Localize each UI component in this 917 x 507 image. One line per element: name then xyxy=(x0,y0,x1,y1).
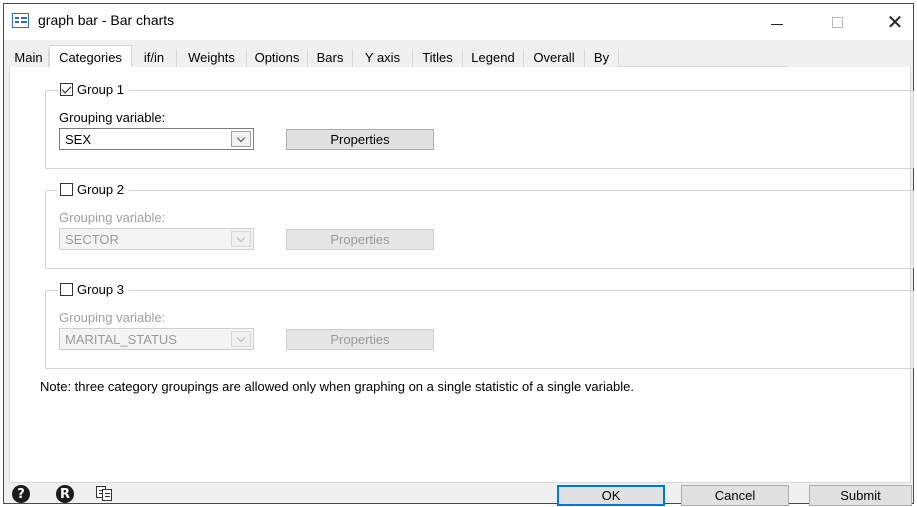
tab-legend[interactable]: Legend xyxy=(463,49,524,67)
group-2-label: Group 2 xyxy=(77,182,124,197)
group-2-var-label: Grouping variable: xyxy=(59,210,166,225)
group-1-dropdown-button[interactable] xyxy=(231,131,251,147)
group-3-checkbox[interactable] xyxy=(60,283,73,296)
app-icon xyxy=(12,13,29,28)
title-bar[interactable]: graph bar - Bar charts ✕ xyxy=(4,4,913,40)
group-3-var-label: Grouping variable: xyxy=(59,310,166,325)
window-title: graph bar - Bar charts xyxy=(38,12,175,28)
minimize-icon xyxy=(771,23,783,25)
tab-bars[interactable]: Bars xyxy=(308,49,353,67)
group-2-properties-button: Properties xyxy=(286,229,434,250)
group-1-label: Group 1 xyxy=(77,82,124,97)
group-2-variable-combo: SECTOR xyxy=(59,228,254,250)
ok-button[interactable]: OK xyxy=(557,485,665,506)
group-2-box: Group 2 Grouping variable: SECTOR Proper… xyxy=(45,182,914,269)
dialog-window: graph bar - Bar charts ✕ Main Categories… xyxy=(3,3,914,506)
tab-strip: Main Categories if/in Weights Options Ba… xyxy=(9,45,787,68)
group-1-box: Group 1 Grouping variable: SEX Propertie… xyxy=(45,82,914,169)
tab-weights[interactable]: Weights xyxy=(177,49,247,67)
group-1-variable-value: SEX xyxy=(65,132,92,147)
tab-categories[interactable]: Categories xyxy=(49,45,132,68)
chevron-down-icon xyxy=(236,333,246,342)
cancel-button[interactable]: Cancel xyxy=(681,485,789,506)
tab-by[interactable]: By xyxy=(585,49,619,67)
minimize-button[interactable] xyxy=(754,4,800,40)
close-button[interactable]: ✕ xyxy=(872,4,917,40)
group-3-label: Group 3 xyxy=(77,282,124,297)
tab-titles[interactable]: Titles xyxy=(413,49,463,67)
close-icon: ✕ xyxy=(886,11,904,34)
group-1-legend: Group 1 xyxy=(58,82,129,97)
group-3-variable-value: MARITAL_STATUS xyxy=(65,332,177,347)
group-2-checkbox[interactable] xyxy=(60,183,73,196)
button-bar: ? R OK Cancel Submit xyxy=(4,483,913,506)
tab-if-in[interactable]: if/in xyxy=(132,49,177,67)
tab-options[interactable]: Options xyxy=(247,49,308,67)
group-3-dropdown-button xyxy=(231,331,251,347)
tab-y-axis[interactable]: Y axis xyxy=(353,49,413,67)
tab-overall[interactable]: Overall xyxy=(524,49,585,67)
group-3-box: Group 3 Grouping variable: MARITAL_STATU… xyxy=(45,282,914,369)
maximize-button xyxy=(814,4,860,40)
group-1-properties-button[interactable]: Properties xyxy=(286,129,434,150)
categories-panel: Group 1 Grouping variable: SEX Propertie… xyxy=(9,67,914,483)
group-2-legend: Group 2 xyxy=(58,182,129,197)
copy-command-icon[interactable] xyxy=(96,486,114,502)
maximize-icon xyxy=(831,16,843,28)
group-3-variable-combo: MARITAL_STATUS xyxy=(59,328,254,350)
group-3-properties-button: Properties xyxy=(286,329,434,350)
group-1-var-label: Grouping variable: xyxy=(59,110,166,125)
help-icon[interactable]: ? xyxy=(12,485,30,503)
tab-main[interactable]: Main xyxy=(9,49,49,67)
submit-button[interactable]: Submit xyxy=(809,485,912,506)
group-1-variable-combo[interactable]: SEX xyxy=(59,128,254,150)
group-3-legend: Group 3 xyxy=(58,282,129,297)
chevron-down-icon xyxy=(236,233,246,242)
group-2-dropdown-button xyxy=(231,231,251,247)
group-2-variable-value: SECTOR xyxy=(65,232,119,247)
grouping-note: Note: three category groupings are allow… xyxy=(40,379,635,394)
chevron-down-icon xyxy=(236,133,246,142)
reset-icon[interactable]: R xyxy=(56,485,74,503)
group-1-checkbox[interactable] xyxy=(60,83,73,96)
